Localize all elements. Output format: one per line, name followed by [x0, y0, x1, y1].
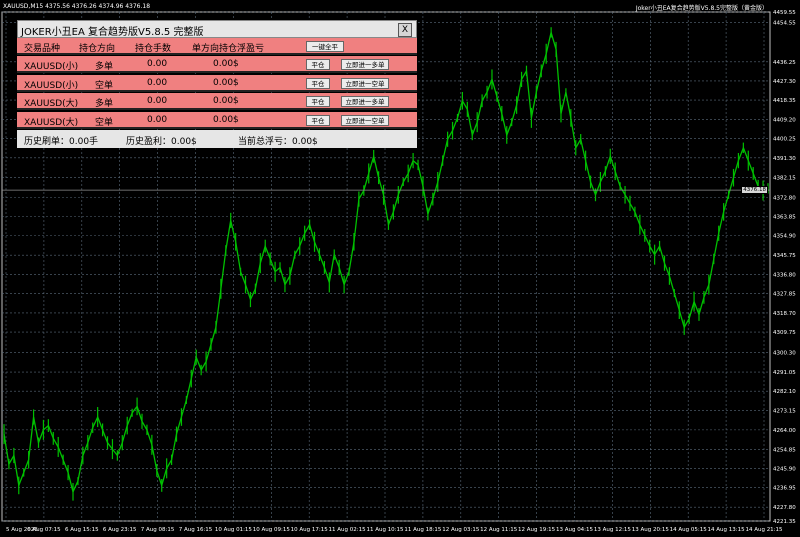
x-tick-label: 14 Aug 13:15 — [708, 527, 746, 533]
y-tick-label: 4363.85 — [773, 214, 796, 220]
row-symbol: XAUUSD(小) — [24, 80, 79, 91]
y-tick-label: 4327.85 — [773, 291, 796, 297]
table-row: XAUUSD(大) 空单 0.00 0.00$ 平仓 立即进一空单 — [17, 111, 417, 129]
y-tick-label: 4291.05 — [773, 370, 796, 376]
x-tick-label: 10 Aug 09:15 — [253, 527, 291, 533]
x-tick-label: 11 Aug 10:15 — [366, 527, 404, 533]
x-tick-label: 7 Aug 08:15 — [141, 527, 175, 533]
y-tick-label: 4354.90 — [773, 234, 796, 240]
chart-indicator-name: Joker小丑EA复合趋势版V5.8.5完整版（黄金版） — [635, 5, 768, 12]
y-tick-label: 4427.30 — [773, 79, 796, 85]
y-tick-label: 4418.35 — [773, 98, 796, 104]
row-close-button[interactable]: 平仓 — [306, 77, 330, 89]
x-tick-label: 13 Aug 20:15 — [632, 527, 670, 533]
x-tick-label: 10 Aug 17:15 — [291, 527, 329, 533]
y-tick-label: 4221.35 — [773, 519, 796, 525]
row-close-button[interactable]: 平仓 — [306, 96, 330, 107]
row-direction: 多单 — [95, 99, 114, 109]
x-tick-label: 10 Aug 01:15 — [215, 527, 253, 533]
table-row: XAUUSD(小) 空单 0.00 0.00$ 平仓 立即进一空单 — [17, 74, 417, 92]
row-symbol: XAUUSD(小) — [24, 62, 79, 72]
close-button[interactable]: X — [398, 23, 412, 37]
x-tick-label: 12 Aug 19:15 — [518, 527, 556, 533]
history-volume: 历史刷单：0.00手 — [24, 137, 99, 147]
chart-symbol: XAUUSD,M15 — [3, 3, 44, 10]
row-pnl: 0.00$ — [213, 77, 239, 88]
x-tick-label: 11 Aug 18:15 — [404, 527, 442, 533]
x-tick-label: 7 Aug 16:15 — [179, 527, 213, 533]
y-tick-label: 4236.95 — [773, 486, 796, 492]
panel-footer: 历史刷单：0.00手 历史盈利：0.00$ 当前总浮亏：0.00$ — [17, 130, 417, 148]
row-open-button[interactable]: 立即进一空单 — [341, 77, 389, 89]
current-price-label: 4376.18 — [741, 186, 768, 195]
y-tick-label: 4227.80 — [773, 505, 796, 511]
header-pnl: 单方向持仓浮盈亏 — [192, 44, 265, 54]
close-all-button[interactable]: 一键全平 — [306, 41, 344, 52]
table-header: 交易品种 持仓方向 持仓手数 单方向持仓浮盈亏 一键全平 — [17, 38, 417, 55]
table-row: XAUUSD(小) 多单 0.00 0.00$ 平仓 立即进一多单 — [17, 56, 417, 73]
row-lots: 0.00 — [147, 59, 168, 69]
chart-ohlc: 4375.56 4376.26 4374.96 4376.18 — [45, 3, 151, 10]
row-pnl: 0.00$ — [213, 96, 239, 106]
y-tick-label: 4454.55 — [773, 21, 796, 27]
y-tick-label: 4345.75 — [773, 253, 796, 259]
chart-symbol-info: XAUUSD,M15 4375.56 4376.26 4374.96 4376.… — [3, 3, 150, 10]
x-tick-label: 6 Aug 07:15 — [27, 527, 61, 533]
row-lots: 0.00 — [147, 77, 168, 88]
row-lots: 0.00 — [147, 96, 168, 106]
x-tick-label: 14 Aug 05:15 — [670, 527, 708, 533]
row-symbol: XAUUSD(大) — [24, 99, 79, 109]
x-tick-label: 11 Aug 02:15 — [329, 527, 367, 533]
y-tick-label: 4409.20 — [773, 118, 796, 124]
table-row: XAUUSD(大) 多单 0.00 0.00$ 平仓 立即进一多单 — [17, 93, 417, 110]
row-open-button[interactable]: 立即进一多单 — [341, 96, 389, 107]
row-pnl: 0.00$ — [213, 59, 239, 69]
x-tick-label: 13 Aug 12:15 — [594, 527, 632, 533]
row-direction: 多单 — [95, 62, 114, 72]
x-tick-label: 6 Aug 15:15 — [65, 527, 99, 533]
row-close-button[interactable]: 平仓 — [306, 59, 330, 70]
y-tick-label: 4264.00 — [773, 428, 796, 434]
ea-panel: JOKER小丑EA 复合趋势版V5.8.5 完整版 X 交易品种 持仓方向 持仓… — [17, 20, 417, 148]
panel-title: JOKER小丑EA 复合趋势版V5.8.5 完整版 — [21, 27, 204, 38]
y-tick-label: 4282.10 — [773, 389, 796, 395]
row-symbol: XAUUSD(大) — [24, 117, 79, 128]
y-tick-label: 4309.75 — [773, 330, 796, 336]
panel-titlebar[interactable]: JOKER小丑EA 复合趋势版V5.8.5 完整版 X — [17, 20, 417, 38]
x-tick-label: 14 Aug 21:15 — [745, 527, 783, 533]
y-tick-label: 4382.15 — [773, 175, 796, 181]
y-tick-label: 4400.25 — [773, 137, 796, 143]
row-lots: 0.00 — [147, 114, 168, 125]
header-lots: 持仓手数 — [135, 44, 172, 54]
history-profit: 历史盈利：0.00$ — [126, 137, 197, 147]
y-tick-label: 4459.55 — [773, 10, 796, 16]
x-tick-label: 12 Aug 11:15 — [480, 527, 518, 533]
y-tick-label: 4391.30 — [773, 156, 796, 162]
y-tick-label: 4436.25 — [773, 60, 796, 66]
y-tick-label: 4318.70 — [773, 311, 796, 317]
row-open-button[interactable]: 立即进一空单 — [341, 114, 389, 126]
row-direction: 空单 — [95, 80, 114, 91]
y-tick-label: 4245.90 — [773, 467, 796, 473]
y-tick-label: 4273.15 — [773, 408, 796, 414]
row-pnl: 0.00$ — [213, 114, 239, 125]
header-direction: 持仓方向 — [79, 44, 116, 54]
y-tick-label: 4372.80 — [773, 195, 796, 201]
y-tick-label: 4254.85 — [773, 447, 796, 453]
row-close-button[interactable]: 平仓 — [306, 114, 330, 126]
y-tick-label: 4300.30 — [773, 350, 796, 356]
x-tick-label: 13 Aug 04:15 — [556, 527, 594, 533]
row-open-button[interactable]: 立即进一多单 — [341, 59, 389, 70]
x-tick-label: 12 Aug 03:15 — [442, 527, 480, 533]
header-symbol: 交易品种 — [24, 44, 61, 54]
x-tick-label: 6 Aug 23:15 — [103, 527, 137, 533]
row-direction: 空单 — [95, 117, 114, 128]
current-float: 当前总浮亏：0.00$ — [238, 137, 318, 147]
y-tick-label: 4336.80 — [773, 272, 796, 278]
